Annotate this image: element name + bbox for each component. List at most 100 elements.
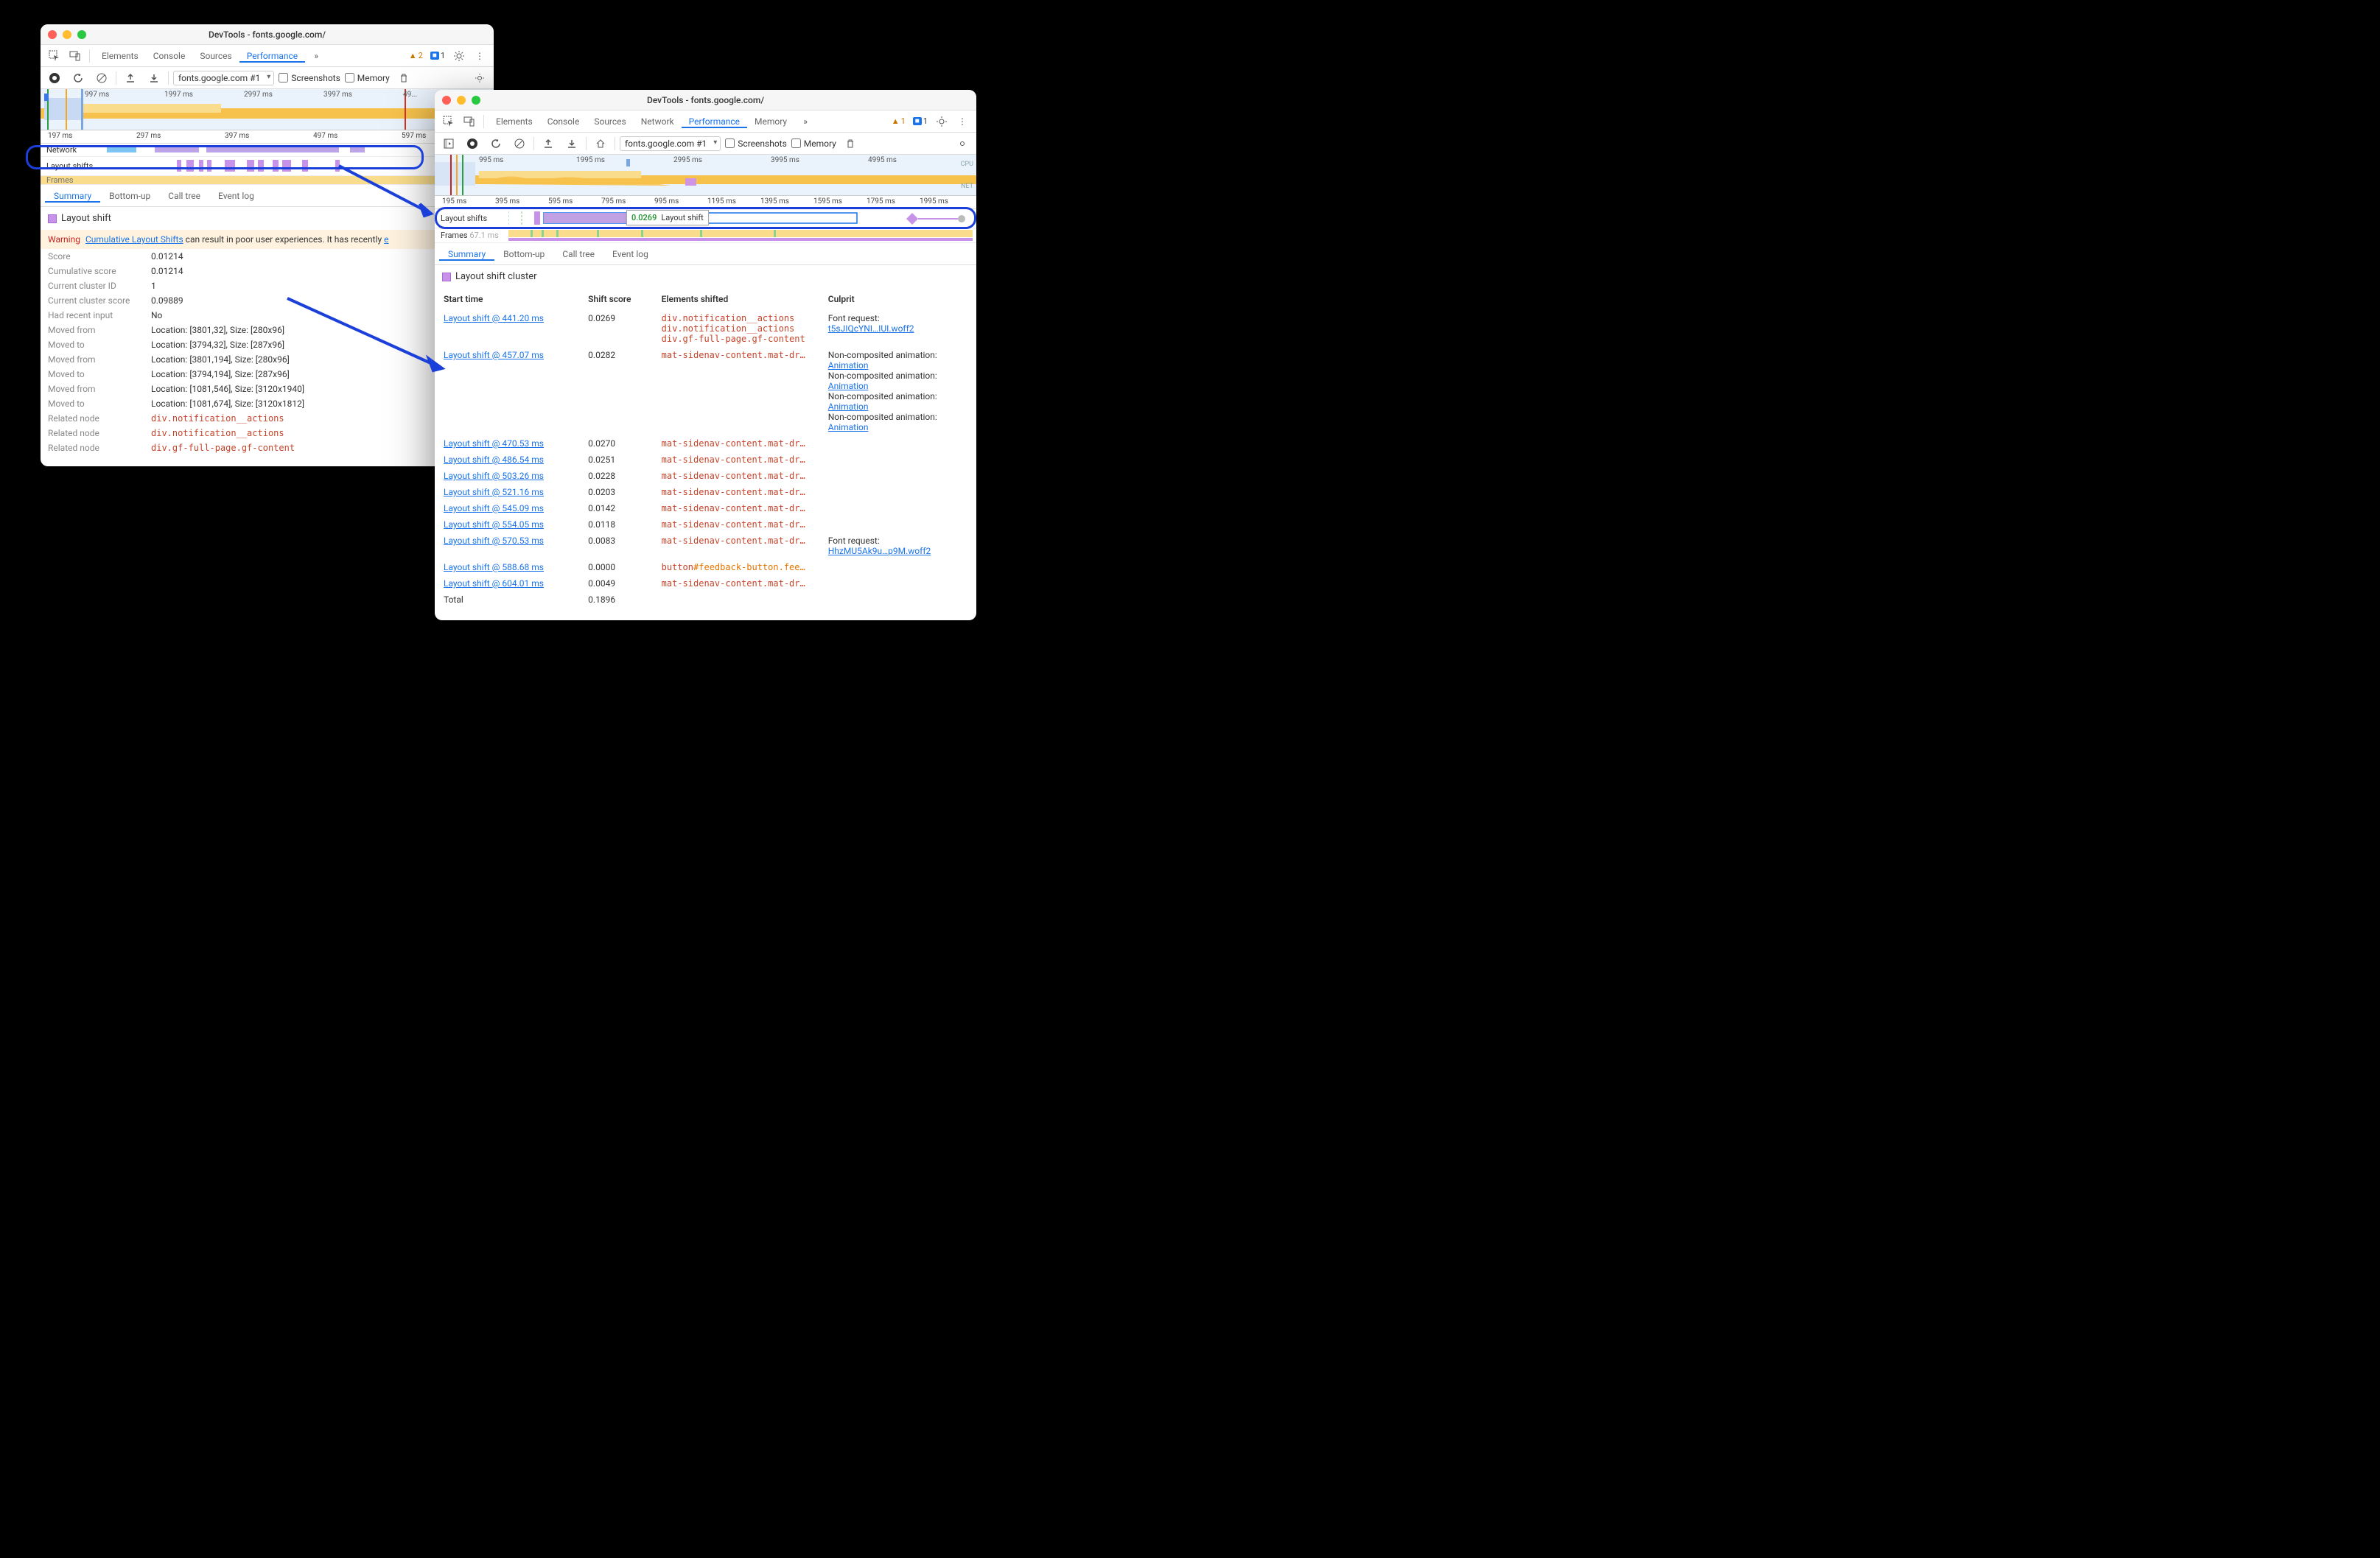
maximize-icon[interactable] — [472, 96, 480, 105]
record-button[interactable] — [463, 134, 482, 153]
warning-badge[interactable]: ▲ 1 — [889, 116, 909, 127]
element-link[interactable]: mat-sidenav-content.mat-dr… — [662, 578, 805, 589]
record-button[interactable] — [45, 69, 64, 88]
recording-selector[interactable]: fonts.google.com #1 — [173, 71, 274, 85]
tab-performance[interactable]: Performance — [239, 51, 305, 63]
tab-sources[interactable]: Sources — [587, 116, 633, 127]
clear-icon[interactable] — [510, 134, 529, 153]
tab-elements[interactable]: Elements — [94, 51, 146, 61]
element-link[interactable]: div.gf-full-page.gf-content — [662, 334, 805, 344]
culprit-link[interactable]: t5sJIQcYNI…IUI.woff2 — [828, 323, 914, 334]
minimize-icon[interactable] — [63, 30, 71, 39]
culprit-link[interactable]: Animation — [828, 401, 869, 412]
issue-badge[interactable]: ■ 1 — [910, 116, 931, 127]
tab-console[interactable]: Console — [146, 51, 193, 61]
related-node-link[interactable]: div.gf-full-page.gf-content — [151, 443, 295, 453]
tab-elements[interactable]: Elements — [489, 116, 540, 127]
element-link[interactable]: div.notification__actions — [662, 323, 795, 334]
warning-more-link[interactable]: e — [384, 234, 388, 245]
inspect-icon[interactable] — [439, 112, 458, 131]
element-link[interactable]: div.notification__actions — [662, 313, 795, 323]
subtab-summary[interactable]: Summary — [439, 249, 494, 261]
subtab-call-tree[interactable]: Call tree — [553, 249, 603, 259]
tab-sources[interactable]: Sources — [192, 51, 239, 61]
kebab-icon[interactable]: ⋮ — [470, 46, 489, 66]
download-icon[interactable] — [562, 134, 581, 153]
related-node-link[interactable]: div.notification__actions — [151, 413, 284, 424]
subtab-summary[interactable]: Summary — [45, 191, 100, 203]
warning-badge[interactable]: ▲ 2 — [406, 50, 426, 61]
related-node-link[interactable]: div.notification__actions — [151, 428, 284, 438]
trash-icon[interactable] — [841, 134, 860, 153]
time-ruler[interactable]: 197 ms297 ms397 ms497 ms597 ms — [41, 130, 494, 144]
gear-icon[interactable] — [953, 134, 972, 153]
culprit-link[interactable]: Animation — [828, 422, 869, 432]
reload-icon[interactable] — [69, 69, 88, 88]
issue-badge[interactable]: ■ 1 — [427, 50, 448, 61]
subtab-bottom-up[interactable]: Bottom-up — [100, 191, 159, 201]
more-tabs-icon[interactable]: » — [307, 46, 326, 66]
layout-shift-link[interactable]: Layout shift @ 486.54 ms — [444, 455, 544, 465]
frames-track[interactable]: Frames 67.1 ms — [435, 228, 976, 243]
screenshots-checkbox[interactable]: Screenshots — [279, 73, 340, 83]
tab-console[interactable]: Console — [540, 116, 587, 127]
layout-shift-link[interactable]: Layout shift @ 470.53 ms — [444, 438, 544, 449]
device-icon[interactable] — [460, 112, 479, 131]
element-link[interactable]: button — [662, 562, 693, 572]
toggle-sidebar-icon[interactable] — [439, 134, 458, 153]
close-icon[interactable] — [442, 96, 451, 105]
gear-icon[interactable] — [470, 69, 489, 88]
tab-performance[interactable]: Performance — [682, 116, 747, 128]
element-link[interactable]: mat-sidenav-content.mat-dr… — [662, 438, 805, 449]
memory-checkbox[interactable]: Memory — [791, 138, 836, 149]
tab-network[interactable]: Network — [634, 116, 682, 127]
element-link[interactable]: mat-sidenav-content.mat-dr… — [662, 350, 805, 360]
element-link[interactable]: mat-sidenav-content.mat-dr… — [662, 455, 805, 465]
screenshots-checkbox[interactable]: Screenshots — [725, 138, 786, 149]
layout-shift-link[interactable]: Layout shift @ 457.07 ms — [444, 350, 544, 360]
layout-shift-link[interactable]: Layout shift @ 521.16 ms — [444, 487, 544, 497]
subtab-call-tree[interactable]: Call tree — [159, 191, 209, 201]
cls-link[interactable]: Cumulative Layout Shifts — [85, 234, 183, 245]
element-link[interactable]: mat-sidenav-content.mat-dr… — [662, 471, 805, 481]
recording-selector[interactable]: fonts.google.com #1 — [620, 136, 721, 151]
tab-memory[interactable]: Memory — [747, 116, 794, 127]
element-link[interactable]: mat-sidenav-content.mat-dr… — [662, 487, 805, 497]
download-icon[interactable] — [144, 69, 164, 88]
culprit-link[interactable]: HhzMU5Ak9u…p9M.woff2 — [828, 546, 931, 556]
inspect-icon[interactable] — [45, 46, 64, 66]
more-tabs-icon[interactable]: » — [796, 112, 815, 131]
layout-shift-link[interactable]: Layout shift @ 545.09 ms — [444, 503, 544, 513]
reload-icon[interactable] — [486, 134, 505, 153]
maximize-icon[interactable] — [77, 30, 86, 39]
kebab-icon[interactable]: ⋮ — [953, 112, 972, 131]
gear-icon[interactable] — [932, 112, 951, 131]
layout-shift-link[interactable]: Layout shift @ 554.05 ms — [444, 519, 544, 530]
element-link[interactable]: mat-sidenav-content.mat-dr… — [662, 536, 805, 546]
upload-icon[interactable] — [539, 134, 558, 153]
overview-timeline[interactable]: 995 ms1995 ms2995 ms3995 ms4995 ms CPU N… — [435, 155, 976, 196]
gear-icon[interactable] — [449, 46, 469, 66]
clear-icon[interactable] — [92, 69, 111, 88]
element-link[interactable]: mat-sidenav-content.mat-dr… — [662, 519, 805, 530]
culprit-link[interactable]: Animation — [828, 381, 869, 391]
layout-shift-link[interactable]: Layout shift @ 570.53 ms — [444, 536, 544, 546]
layout-shift-link[interactable]: Layout shift @ 604.01 ms — [444, 578, 544, 589]
culprit-link[interactable]: Animation — [828, 360, 869, 371]
subtab-event-log[interactable]: Event log — [603, 249, 657, 259]
upload-icon[interactable] — [121, 69, 140, 88]
subtab-bottom-up[interactable]: Bottom-up — [494, 249, 553, 259]
layout-shift-link[interactable]: Layout shift @ 503.26 ms — [444, 471, 544, 481]
element-link[interactable]: mat-sidenav-content.mat-dr… — [662, 503, 805, 513]
layout-shift-link[interactable]: Layout shift @ 588.68 ms — [444, 562, 544, 572]
subtab-event-log[interactable]: Event log — [209, 191, 263, 201]
frames-track[interactable]: Frames — [41, 176, 494, 185]
home-icon[interactable] — [591, 134, 610, 153]
trash-icon[interactable] — [394, 69, 413, 88]
close-icon[interactable] — [48, 30, 57, 39]
layout-shift-link[interactable]: Layout shift @ 441.20 ms — [444, 313, 544, 323]
overview-timeline[interactable]: 997 ms1997 ms2997 ms3997 ms49... — [41, 89, 494, 130]
memory-checkbox[interactable]: Memory — [345, 73, 390, 83]
minimize-icon[interactable] — [457, 96, 466, 105]
device-icon[interactable] — [66, 46, 85, 66]
